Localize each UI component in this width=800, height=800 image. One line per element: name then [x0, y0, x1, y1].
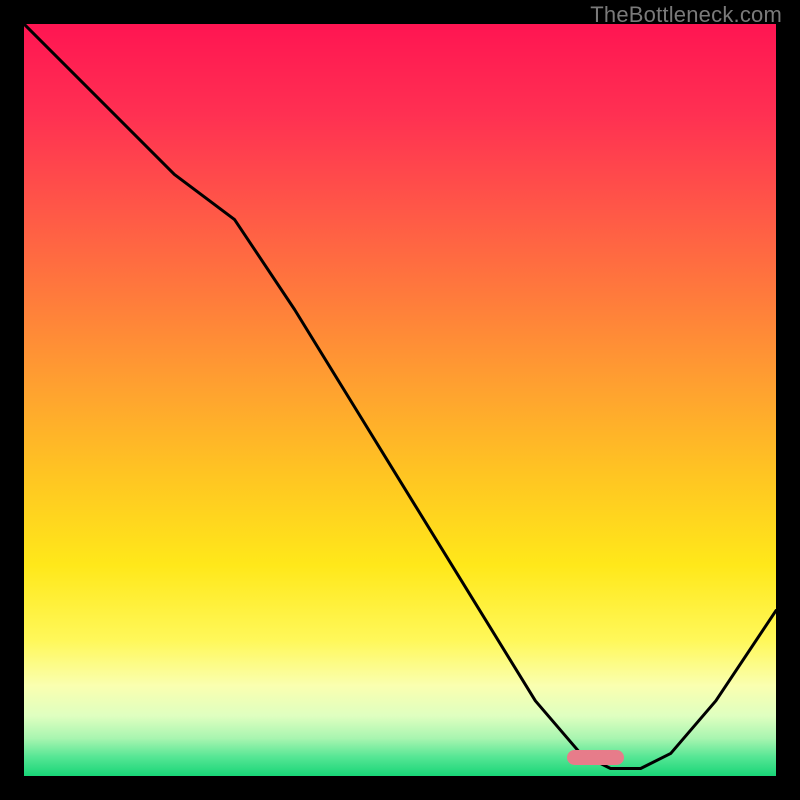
watermark-label: TheBottleneck.com	[590, 2, 782, 28]
chart-frame: TheBottleneck.com	[0, 0, 800, 800]
optimal-marker	[567, 750, 623, 765]
plot-area	[24, 24, 776, 776]
bottleneck-curve	[24, 24, 776, 776]
